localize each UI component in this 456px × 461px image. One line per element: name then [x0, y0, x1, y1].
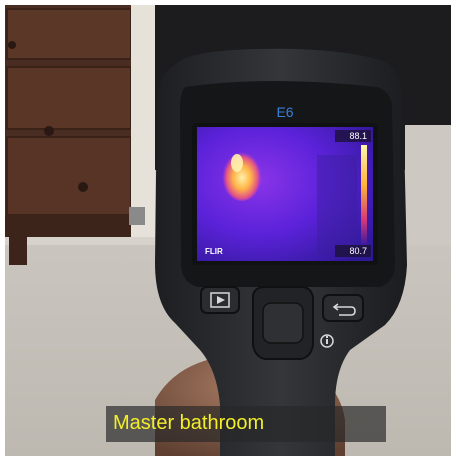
- wooden-dresser: [5, 5, 155, 265]
- photo-caption: Master bathroom: [113, 412, 265, 434]
- wall-corner: [405, 125, 451, 245]
- heat-spot: [222, 149, 262, 201]
- photo-scene: E6 88.1 80.7 FLIR: [5, 5, 451, 456]
- select-button[interactable]: [262, 302, 304, 344]
- max-temperature-label: 88.1: [349, 131, 367, 141]
- min-temperature-label: 80.7: [349, 246, 367, 256]
- flir-brand-label: FLIR: [205, 247, 223, 256]
- camera-model-label: E6: [276, 104, 293, 120]
- color-scale-bar: [361, 145, 367, 245]
- photo-frame: E6 88.1 80.7 FLIR Master bathroom: [5, 5, 451, 456]
- back-button[interactable]: [322, 294, 364, 322]
